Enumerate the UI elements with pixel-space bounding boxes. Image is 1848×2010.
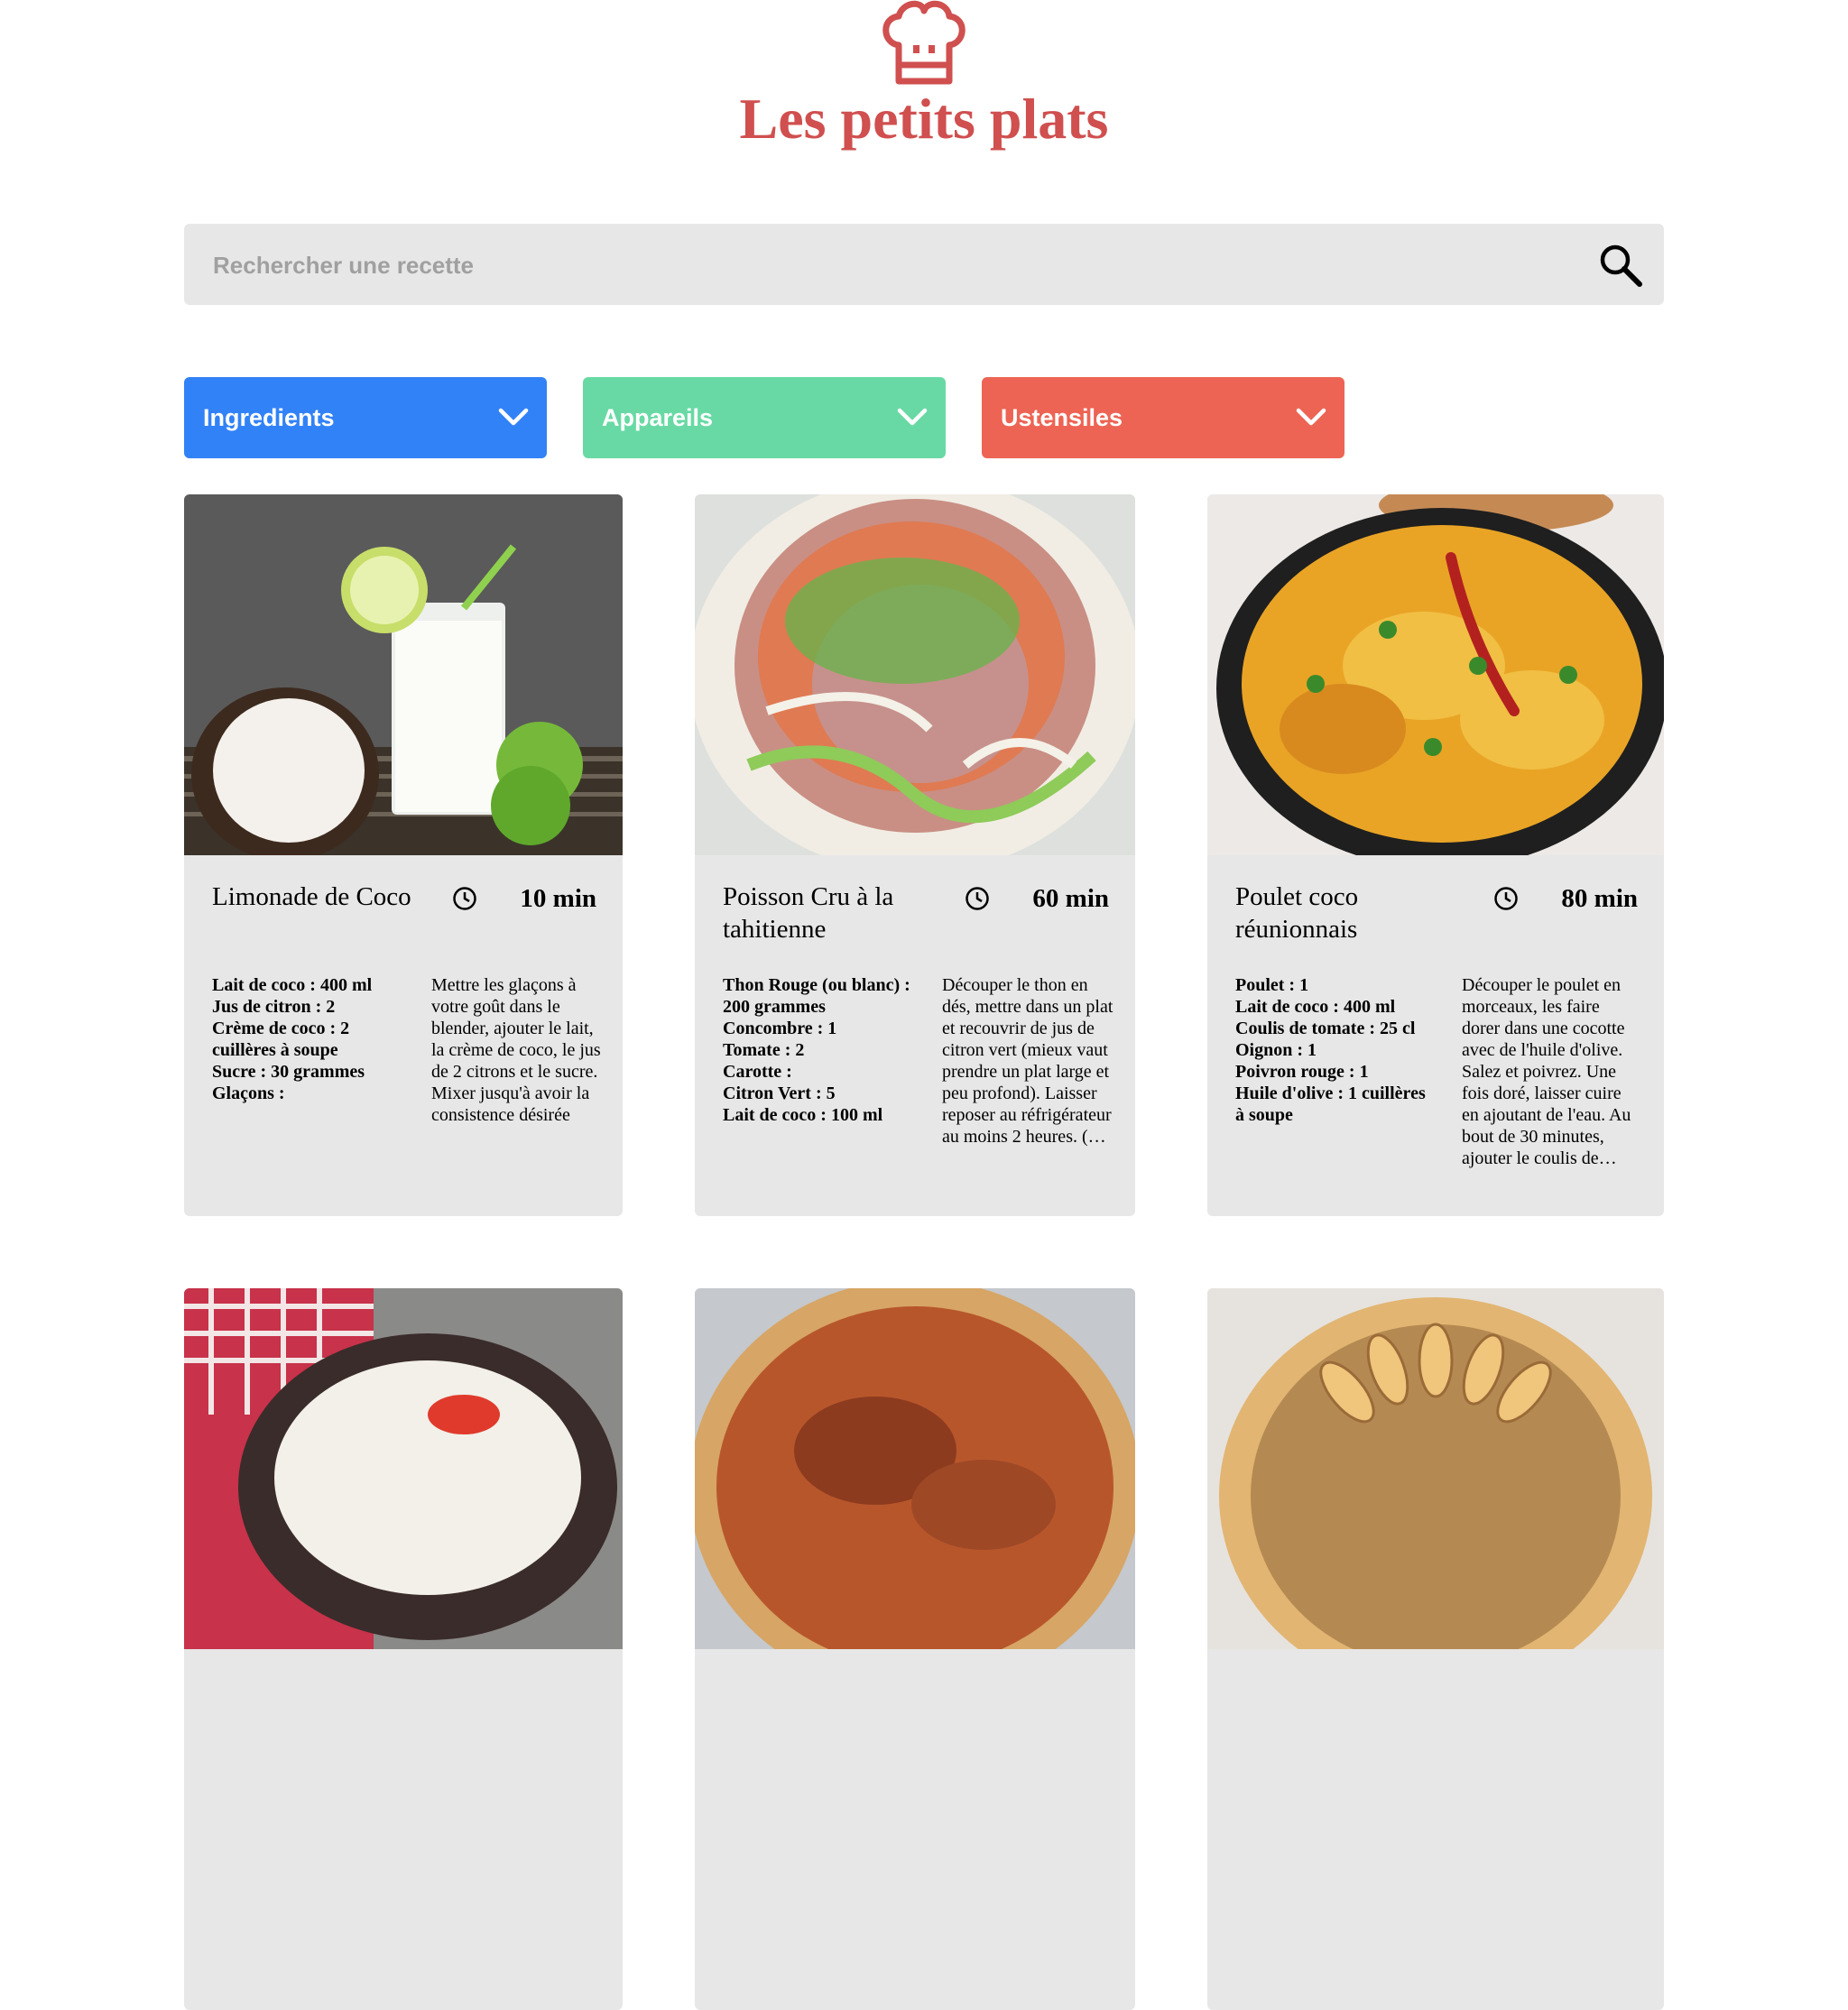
chevron-down-icon	[498, 408, 529, 426]
ingredient-item: Poulet : 1	[1235, 975, 1309, 995]
ingredient-item: Lait de coco : 400 ml	[212, 975, 373, 995]
appareils-filter-button[interactable]: Appareils	[583, 377, 946, 458]
clock-icon	[453, 887, 476, 910]
ingredient-item: Citron Vert : 5	[723, 1083, 836, 1103]
recipe-photo	[1207, 1288, 1664, 1649]
ingredient-item: Poivron rouge : 1	[1235, 1062, 1369, 1082]
clock-icon	[966, 887, 989, 910]
recipe-card[interactable]: Poulet coco réunionnais 80 min Poulet : …	[1207, 494, 1664, 1216]
chevron-down-icon	[1296, 408, 1326, 426]
search-bar[interactable]	[184, 224, 1664, 307]
chef-hat-icon	[882, 0, 966, 85]
ingredient-item: Sucre : 30 grammes	[212, 1062, 365, 1082]
recipe-duration: 60 min	[965, 881, 1109, 917]
ingredient-item: Thon Rouge (ou blanc) : 200 grammes	[723, 975, 910, 1017]
ingredient-item: Crème de coco : 2 cuillères à soupe	[212, 1019, 350, 1060]
search-input[interactable]	[211, 224, 1568, 307]
recipe-time: 80 min	[1561, 884, 1638, 913]
recipe-description: Découper le thon en dés, mettre dans un …	[942, 975, 1113, 1147]
ingredient-list: Poulet : 1 Lait de coco : 400 ml Coulis …	[1235, 974, 1434, 1126]
ingredient-item: Concombre : 1	[723, 1019, 837, 1038]
ingredient-item: Oignon : 1	[1235, 1040, 1317, 1060]
ingredient-item: Coulis de tomate : 25 cl	[1235, 1019, 1416, 1038]
recipe-duration: 10 min	[452, 881, 596, 917]
recipe-photo	[695, 1288, 1135, 1649]
filter-label: Appareils	[602, 404, 714, 431]
recipe-time: 60 min	[1032, 884, 1109, 913]
clock-icon	[1494, 887, 1518, 910]
recipe-photo	[695, 494, 1135, 855]
recipe-description: Mettre les glaçons à votre goût dans le …	[431, 975, 601, 1125]
recipe-name: Limonade de Coco	[212, 882, 411, 911]
ingredient-item: Jus de citron : 2	[212, 997, 336, 1017]
search-icon[interactable]	[1597, 242, 1644, 289]
recipe-card[interactable]: Limonade de Coco 10 min Lait de coco : 4…	[184, 494, 623, 1216]
recipe-name: Poisson Cru à la tahitienne	[723, 882, 894, 944]
recipe-name: Poulet coco réunionnais	[1235, 882, 1359, 944]
ingredients-filter-button[interactable]: Ingredients	[184, 377, 547, 458]
recipe-card[interactable]	[184, 1288, 623, 2010]
ustensiles-filter-button[interactable]: Ustensiles	[982, 377, 1344, 458]
ingredient-item: Lait de coco : 400 ml	[1235, 997, 1396, 1017]
filter-label: Ingredients	[203, 404, 335, 431]
site-header: Les petits plats	[0, 0, 1848, 162]
recipe-card[interactable]: Poisson Cru à la tahitienne 60 min Thon …	[695, 494, 1135, 1216]
ingredient-list: Lait de coco : 400 ml Jus de citron : 2 …	[212, 974, 402, 1104]
ingredient-item: Glaçons :	[212, 1083, 285, 1103]
recipe-photo	[184, 1288, 623, 1649]
ingredient-item: Lait de coco : 100 ml	[723, 1105, 883, 1125]
site-title: Les petits plats	[739, 87, 1109, 151]
recipe-photo	[1207, 494, 1664, 855]
ingredient-list: Thon Rouge (ou blanc) : 200 grammes Conc…	[723, 974, 912, 1126]
chevron-down-icon	[897, 408, 928, 426]
recipe-card[interactable]	[1207, 1288, 1664, 2010]
recipe-card[interactable]	[695, 1288, 1135, 2010]
recipe-time: 10 min	[520, 884, 596, 913]
filter-label: Ustensiles	[1001, 404, 1123, 431]
recipe-duration: 80 min	[1493, 881, 1638, 917]
ingredient-item: Tomate : 2	[723, 1040, 805, 1060]
ingredient-item: Carotte :	[723, 1062, 792, 1082]
recipe-description: Découper le poulet en morceaux, les fair…	[1462, 975, 1631, 1168]
ingredient-item: Huile d'olive : 1 cuillères à soupe	[1235, 1083, 1426, 1125]
recipe-photo	[184, 494, 623, 855]
